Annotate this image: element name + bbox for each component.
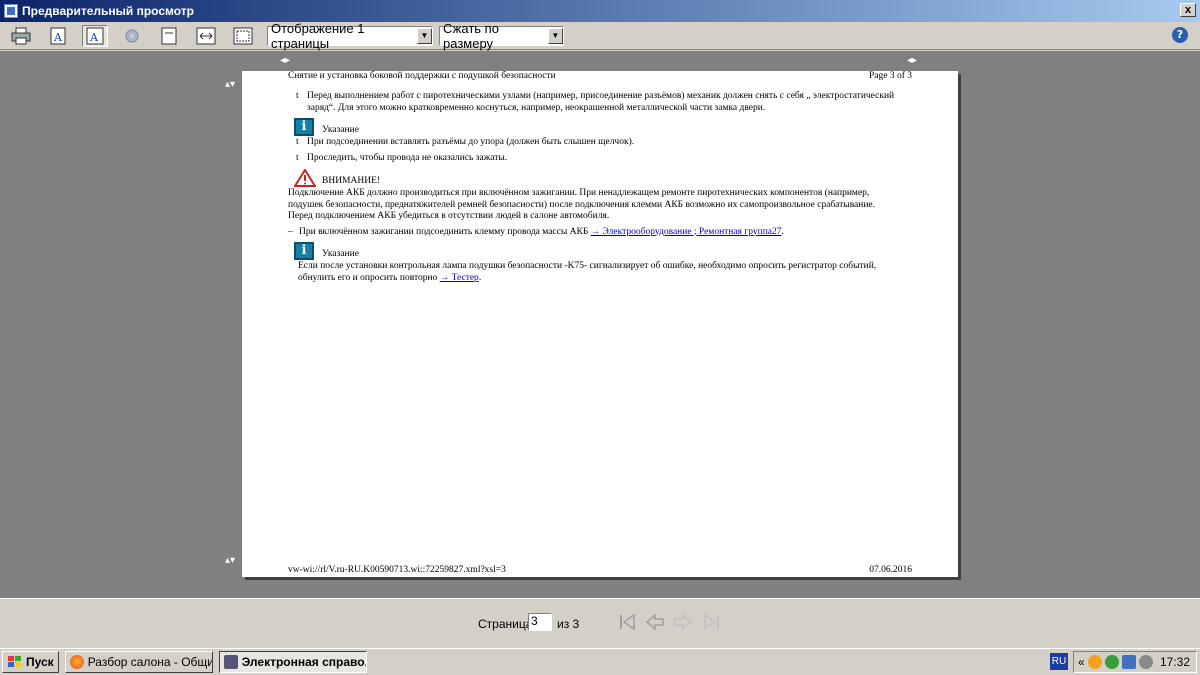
- first-page-icon[interactable]: [617, 612, 639, 632]
- note-2-end: .: [478, 272, 482, 283]
- bullet-marker: t: [296, 91, 299, 101]
- taskbar-item-browser[interactable]: Разбор салона - Общие...: [64, 651, 213, 673]
- bullet-text: Проследить, чтобы провода не оказались з…: [307, 152, 508, 163]
- bullet-marker: t: [296, 137, 299, 147]
- previous-page-icon[interactable]: [644, 612, 666, 632]
- svg-text:A: A: [89, 31, 99, 44]
- page-icon: [161, 27, 177, 44]
- bullet-text: Перед выполнением работ с пиротехнически…: [307, 91, 895, 113]
- firefox-icon: [69, 655, 84, 669]
- app-icon: [223, 655, 238, 669]
- warning-label: ВНИМАНИЕ!: [322, 175, 381, 186]
- last-page-icon[interactable]: [700, 612, 722, 632]
- clock[interactable]: 17:32: [1160, 655, 1190, 669]
- step-content: При включённом зажигании подсоединить кл…: [299, 227, 784, 239]
- note-1: i Указание: [294, 118, 898, 136]
- toolbar: A A Отображение 1 страницы ▼ Сжать по ра…: [0, 21, 1200, 51]
- tray-network-icon[interactable]: [1121, 655, 1136, 669]
- margin-marker-left-icon[interactable]: ◂▸: [278, 54, 292, 68]
- window-titlebar: Предварительный просмотр x: [0, 0, 1200, 22]
- chevron-down-icon[interactable]: ▼: [416, 27, 432, 44]
- page-body: t Перед выполнением работ с пиротехничес…: [288, 91, 898, 284]
- tray-shield-icon[interactable]: [1087, 655, 1102, 669]
- svg-text:A: A: [53, 31, 63, 44]
- warning-heading: ВНИМАНИЕ!: [294, 169, 898, 187]
- settings-gear-icon: [125, 29, 139, 42]
- tray-volume-icon[interactable]: [1138, 655, 1153, 669]
- language-indicator[interactable]: RU: [1050, 653, 1068, 670]
- preview-area[interactable]: ◂▸ ◂▸ ▴▾ ▴▾ Снятие и установка боковой п…: [0, 51, 1200, 598]
- footer-date: 07.06.2016: [869, 565, 912, 575]
- close-button[interactable]: x: [1180, 3, 1196, 17]
- help-icon[interactable]: ?: [1172, 27, 1188, 43]
- footer-url: vw-wi://rl/V.ru-RU.K00590713.wi::7225982…: [288, 565, 506, 575]
- page-label: Страница: [478, 617, 533, 631]
- fit-page-icon: [233, 27, 253, 44]
- bullet-marker: t: [296, 152, 299, 163]
- view-mode-select[interactable]: Отображение 1 страницы ▼: [267, 21, 433, 51]
- electrical-link[interactable]: → Электрооборудование ; Ремонтная группа…: [591, 227, 782, 237]
- warning-text: Подключение АКБ должно производиться при…: [288, 188, 876, 221]
- font-a-pressed-icon: A: [86, 27, 104, 44]
- view-mode-value: Отображение 1 страницы: [271, 20, 365, 51]
- window-title: Предварительный просмотр: [22, 4, 194, 18]
- system-tray: « 17:32: [1073, 651, 1197, 673]
- fit-width-icon: [196, 27, 216, 44]
- header-page-number: Page 3 of 3: [868, 71, 912, 81]
- note-label: Указание: [322, 248, 359, 259]
- font-button[interactable]: A: [45, 25, 71, 47]
- tester-link[interactable]: → Тестер: [440, 273, 479, 283]
- taskbar: Пуск Разбор салона - Общие... Электронна…: [0, 648, 1200, 675]
- page-count-label: из 3: [557, 617, 580, 631]
- zoom-mode-value: Сжать по размеру: [443, 20, 499, 51]
- note-2-text: Если после установки контрольная лампа п…: [298, 261, 877, 283]
- margin-marker-right-icon[interactable]: ◂▸: [905, 54, 919, 68]
- info-icon: i: [294, 242, 314, 260]
- list-item: t При подсоединении вставлять разъёмы до…: [296, 137, 898, 149]
- margin-marker-bottom-icon[interactable]: ▴▾: [223, 554, 237, 568]
- taskbar-item-manual[interactable]: Электронная справо...: [218, 651, 367, 673]
- note-2-content: Если после установки контрольная лампа п…: [298, 261, 898, 284]
- font-toggle-button[interactable]: A: [82, 24, 108, 47]
- dash-marker: –: [288, 226, 293, 237]
- step-item: – При включённом зажигании подсоединить …: [288, 227, 898, 239]
- next-page-icon[interactable]: [672, 612, 694, 632]
- page-navigation: Страница 3 из 3: [0, 598, 1200, 647]
- zoom-mode-select[interactable]: Сжать по размеру ▼: [439, 21, 564, 51]
- start-button[interactable]: Пуск: [2, 651, 59, 673]
- page-footer: vw-wi://rl/V.ru-RU.K00590713.wi::7225982…: [288, 565, 912, 575]
- start-label: Пуск: [26, 655, 54, 669]
- preview-page: Снятие и установка боковой поддержки с п…: [242, 71, 958, 577]
- page-header: Снятие и установка боковой поддержки с п…: [288, 71, 912, 81]
- settings-button[interactable]: [119, 25, 145, 47]
- page-number-input[interactable]: 3: [528, 613, 552, 631]
- note-label: Указание: [322, 124, 359, 135]
- single-page-button[interactable]: [156, 25, 182, 47]
- tray-expand-icon[interactable]: «: [1078, 655, 1085, 669]
- chevron-down-icon[interactable]: ▼: [547, 27, 563, 44]
- note-2: i Указание: [294, 242, 898, 260]
- info-icon: i: [294, 118, 314, 136]
- warning-triangle-icon: [294, 169, 316, 187]
- margin-marker-top-icon[interactable]: ▴▾: [223, 78, 237, 92]
- fit-width-button[interactable]: [193, 25, 219, 47]
- task-label: Электронная справо...: [241, 655, 367, 669]
- app-icon: [4, 4, 18, 18]
- tray-update-icon[interactable]: [1104, 655, 1119, 669]
- fit-page-button[interactable]: [230, 25, 256, 47]
- header-title: Снятие и установка боковой поддержки с п…: [288, 71, 556, 81]
- list-item: t Проследить, чтобы провода не оказались…: [296, 153, 898, 165]
- windows-logo-icon: [8, 656, 21, 667]
- printer-icon: [11, 27, 31, 44]
- font-a-icon: A: [50, 27, 66, 44]
- bullet-text: При подсоединении вставлять разъёмы до у…: [307, 137, 635, 147]
- task-label: Разбор салона - Общие...: [87, 655, 213, 669]
- list-item: t Перед выполнением работ с пиротехничес…: [296, 91, 898, 114]
- step-end: .: [781, 226, 784, 237]
- step-text: При включённом зажигании подсоединить кл…: [299, 226, 589, 237]
- print-button[interactable]: [8, 25, 34, 47]
